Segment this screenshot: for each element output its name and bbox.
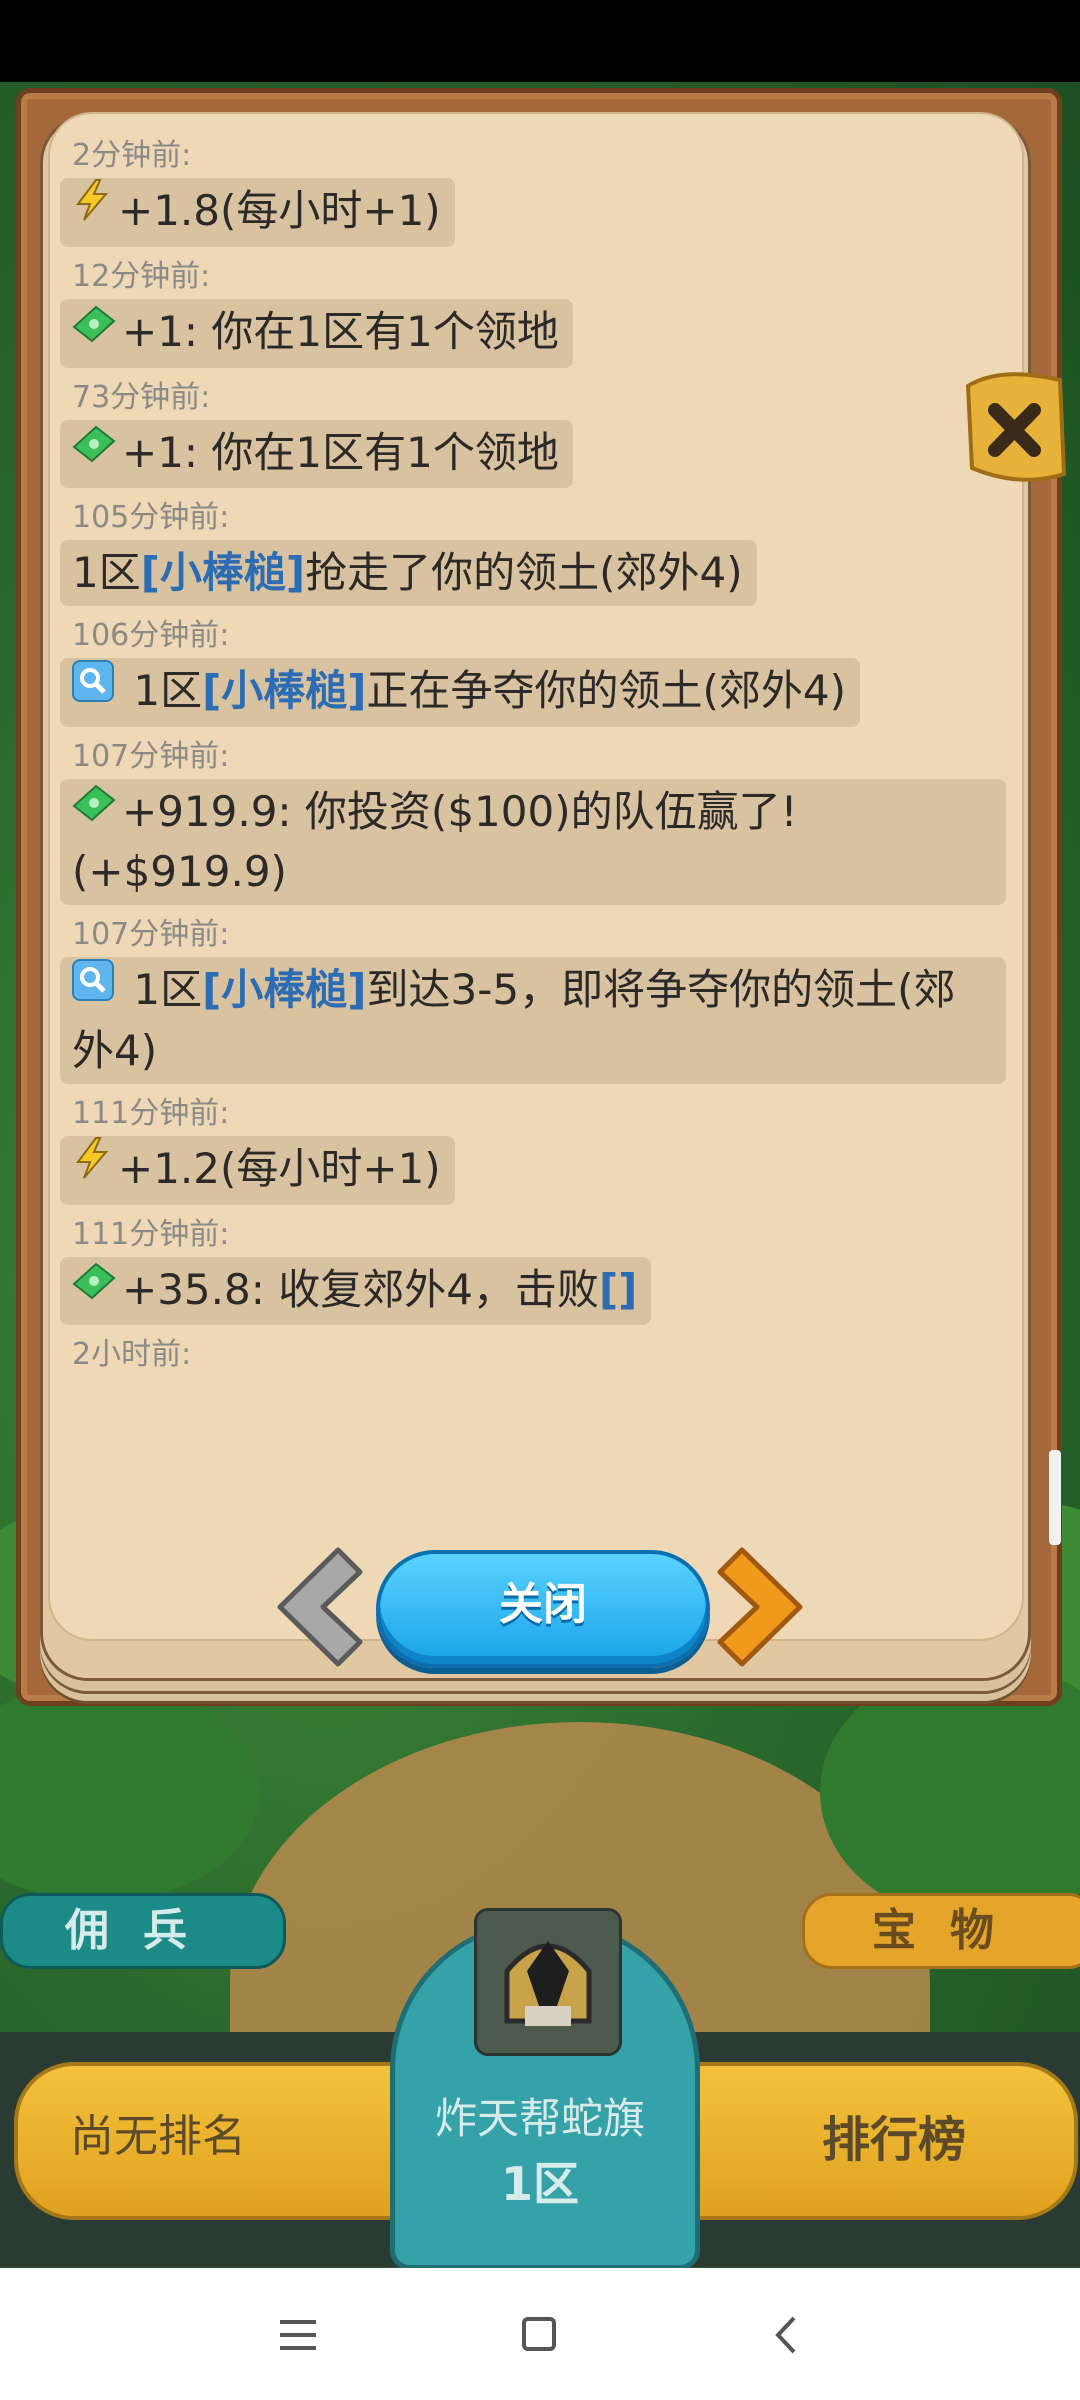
clan-name: 炸天帮蛇旗: [434, 2094, 645, 2143]
player-name-link[interactable]: [小棒槌]: [141, 548, 305, 597]
log-timestamp: 73分钟前:: [72, 379, 211, 415]
leaderboard-button[interactable]: 排行榜: [822, 2100, 966, 2170]
log-message: 1区[小棒槌]抢走了你的领土(郊外4): [60, 540, 757, 606]
close-icon[interactable]: [960, 366, 1070, 496]
log-message: +1: 你在1区有1个领地: [60, 419, 573, 488]
log-text: +1.2(每小时+1): [118, 1143, 441, 1193]
next-page-button[interactable]: [710, 1542, 812, 1672]
player-name-link[interactable]: []: [599, 1265, 637, 1314]
rank-status[interactable]: 尚无排名: [70, 2100, 246, 2164]
player-name-link[interactable]: [小棒槌]: [202, 965, 366, 1014]
log-timestamp: 107分钟前:: [72, 738, 230, 774]
log-text: 1区: [120, 965, 203, 1014]
log-entry: 111分钟前: +1.2(每小时+1): [60, 1092, 1012, 1205]
log-message: +1: 你在1区有1个领地: [60, 299, 573, 368]
log-message: +35.8: 收复郊外4，击败[]: [60, 1256, 652, 1325]
log-timestamp: 2分钟前:: [72, 138, 192, 173]
log-message: +1.2(每小时+1): [60, 1135, 455, 1205]
log-text: 抢走了你的领土(郊外4): [305, 548, 743, 597]
menu-icon[interactable]: [268, 2310, 328, 2360]
message-log-list[interactable]: 2分钟前: +1.8(每小时+1) 12分钟前: +1: 你在1区有1个领地 73分钟前…: [60, 134, 1012, 1385]
avatar[interactable]: [474, 1908, 622, 2056]
treasure-button[interactable]: 宝物: [802, 1893, 1080, 1969]
log-entry: 2小时前:: [60, 1333, 1012, 1377]
log-text: +919.9: 你投资($100)的队伍赢了! (+$919.9): [72, 786, 798, 897]
search-icon[interactable]: [72, 958, 114, 1016]
log-text: 1区: [120, 666, 203, 715]
home-icon[interactable]: [510, 2310, 570, 2360]
log-text: 1区: [72, 548, 141, 597]
cash-icon: [72, 420, 116, 478]
system-navigation-bar: [0, 2268, 1080, 2400]
log-entry: 107分钟前: +919.9: 你投资($100)的队伍赢了! (+$919.9): [60, 735, 1012, 905]
log-timestamp: 2小时前:: [72, 1337, 192, 1372]
helmet-icon: [504, 1941, 592, 2026]
log-entry: 107分钟前: 1区[小棒槌]到达3-5，即将争夺你的领土(郊外4): [60, 913, 1012, 1084]
log-timestamp: 111分钟前:: [72, 1095, 230, 1131]
search-icon[interactable]: [72, 659, 114, 717]
log-message: 1区[小棒槌]到达3-5，即将争夺你的领土(郊外4): [60, 957, 1006, 1084]
clan-zone: 1区: [500, 2157, 579, 2211]
log-message: +919.9: 你投资($100)的队伍赢了! (+$919.9): [60, 778, 1006, 905]
log-text: +1.8(每小时+1): [118, 186, 441, 235]
log-entry: 105分钟前: 1区[小棒槌]抢走了你的领土(郊外4): [60, 496, 1012, 606]
log-entry: 2分钟前: +1.8(每小时+1): [60, 134, 1012, 247]
log-timestamp: 106分钟前:: [72, 618, 230, 653]
cash-icon: [72, 779, 116, 837]
bolt-icon: [72, 1136, 112, 1195]
log-text: +1: 你在1区有1个领地: [122, 307, 559, 356]
log-timestamp: 105分钟前:: [72, 500, 230, 535]
log-entry: 106分钟前: 1区[小棒槌]正在争夺你的领土(郊外4): [60, 614, 1012, 727]
status-bar: [0, 0, 1080, 82]
mercenary-button[interactable]: 佣兵: [0, 1893, 286, 1969]
log-entry: 111分钟前: +35.8: 收复郊外4，击败[]: [60, 1213, 1012, 1325]
log-timestamp: 111分钟前:: [72, 1216, 230, 1252]
scrollbar[interactable]: [1049, 1450, 1061, 1545]
previous-page-button[interactable]: [268, 1542, 370, 1672]
player-name-link[interactable]: [小棒槌]: [202, 666, 366, 715]
log-timestamp: 12分钟前:: [72, 259, 211, 294]
back-icon[interactable]: [758, 2310, 818, 2360]
bolt-icon: [72, 178, 112, 237]
log-entry: 73分钟前: +1: 你在1区有1个领地: [60, 376, 1012, 488]
log-text: 正在争夺你的领土(郊外4): [366, 666, 846, 715]
log-text: +35.8: 收复郊外4，击败: [122, 1264, 599, 1314]
log-text: +1: 你在1区有1个领地: [122, 427, 559, 477]
message-log-page[interactable]: 2分钟前: +1.8(每小时+1) 12分钟前: +1: 你在1区有1个领地 73分钟前…: [48, 112, 1024, 1641]
log-timestamp: 107分钟前:: [72, 917, 230, 952]
cash-icon: [72, 300, 116, 358]
close-button[interactable]: 关闭: [376, 1550, 710, 1668]
log-message: +1.8(每小时+1): [60, 178, 455, 247]
log-entry: 12分钟前: +1: 你在1区有1个领地: [60, 255, 1012, 368]
log-message: 1区[小棒槌]正在争夺你的领土(郊外4): [60, 658, 860, 727]
cash-icon: [72, 1257, 116, 1315]
